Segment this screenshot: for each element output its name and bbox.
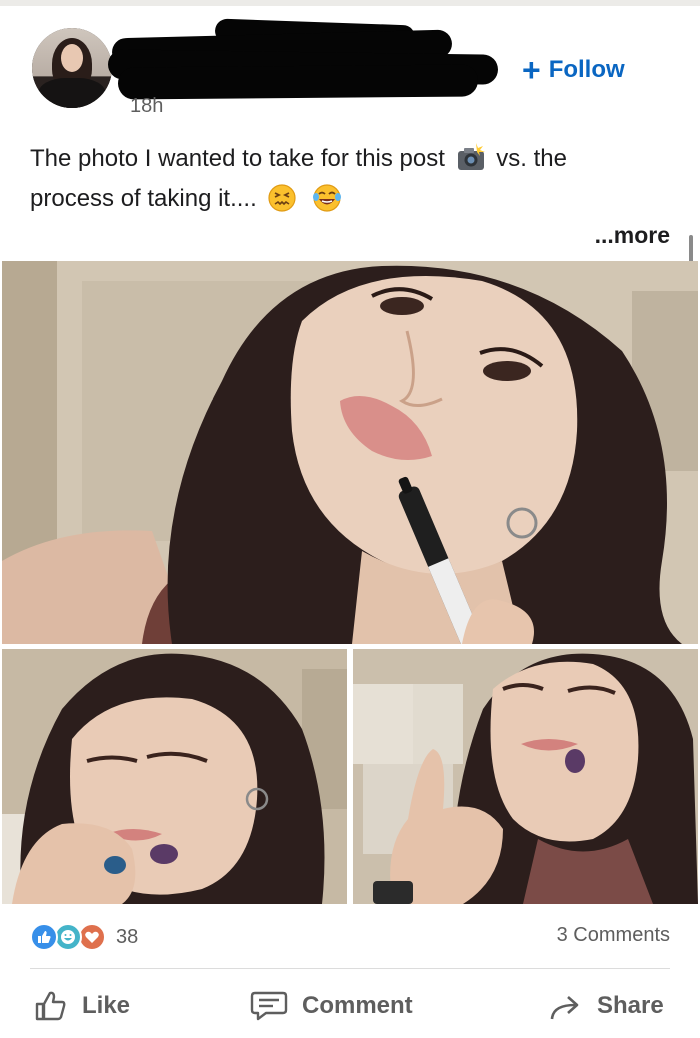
comment-button[interactable]: Comment <box>250 980 413 1032</box>
share-arrow-icon <box>550 996 579 1020</box>
thumbs-up-icon <box>35 991 66 1021</box>
post-caption: The photo I wanted to take for this post… <box>30 139 670 219</box>
comment-label: Comment <box>302 992 413 1019</box>
author-avatar[interactable] <box>32 28 112 108</box>
like-reaction-icon <box>30 923 58 951</box>
post-photo-bottom-right[interactable] <box>353 649 698 904</box>
reaction-summary[interactable]: 38 <box>30 922 138 952</box>
plus-icon: + <box>522 52 541 88</box>
confounded-emoji <box>268 184 297 212</box>
post-action-bar: Like Comment Share <box>0 980 700 1032</box>
camera-flash-emoji <box>457 142 485 170</box>
follow-button[interactable]: + Follow <box>522 50 625 90</box>
follow-label: Follow <box>548 56 625 83</box>
like-label: Like <box>82 992 131 1019</box>
share-button[interactable]: Share <box>549 980 664 1032</box>
comments-count-link[interactable]: 3 Comments <box>557 924 670 947</box>
comment-bubble-icon <box>250 991 288 1021</box>
post-photo-main[interactable] <box>2 261 698 644</box>
see-more-link[interactable]: ...more <box>595 222 670 249</box>
caption-line-1-end: vs. the <box>496 145 567 172</box>
like-button[interactable]: Like <box>34 980 130 1032</box>
action-divider <box>30 968 670 969</box>
funny-reaction-icon <box>54 923 82 951</box>
top-separator <box>0 0 700 6</box>
reaction-count: 38 <box>116 925 139 948</box>
love-reaction-icon <box>78 923 106 951</box>
caption-line-2: process of taking it.... <box>30 185 257 212</box>
post-timestamp: 18h <box>130 95 164 117</box>
share-label: Share <box>597 992 664 1019</box>
caption-line-1: The photo I wanted to take for this post <box>30 145 445 172</box>
laughing-tears-emoji <box>313 184 342 212</box>
post-photo-bottom-left[interactable] <box>2 649 347 904</box>
